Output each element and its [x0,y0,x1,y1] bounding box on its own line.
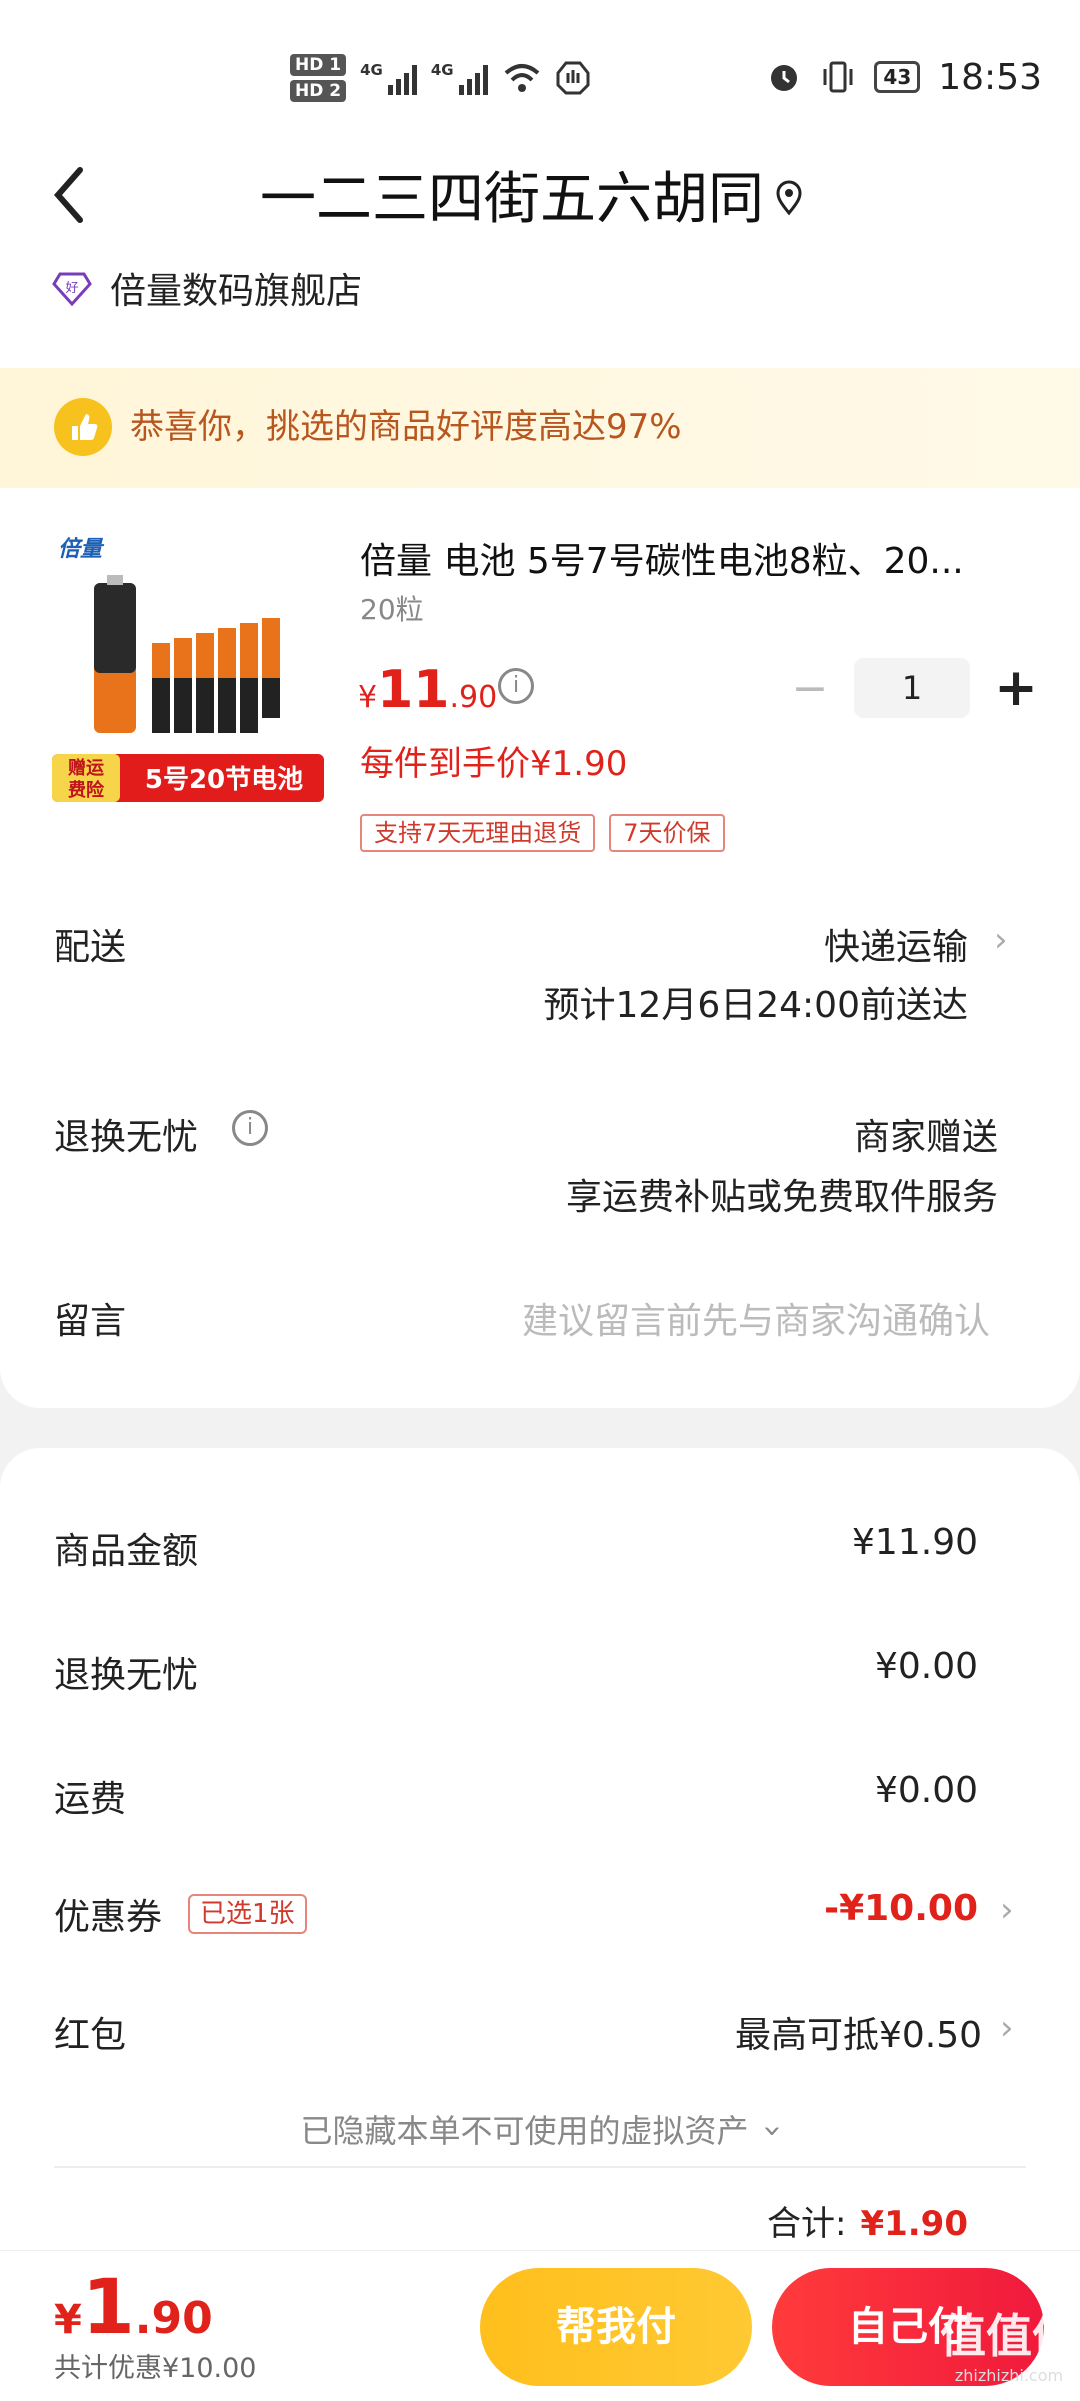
service-tags: 支持7天无理由退货 7天价保 [360,814,725,852]
price-integer: 11 [377,660,450,720]
return-fee-label: 退换无忧 [54,1655,199,1696]
hd-indicators: HD 1 HD 2 [290,54,347,102]
total-row: 合计: ¥1.90 [767,2196,968,2245]
hidden-assets-text: 已隐藏本单不可使用的虚拟资产 [300,2112,749,2150]
shipping-label: 运费 [54,1779,127,1820]
tag-7day-return: 支持7天无理由退货 [360,814,596,852]
hand-icon [556,61,590,95]
increase-button[interactable]: + [994,658,1038,718]
wifi-icon [504,64,539,92]
coupon-label: 优惠券 [54,1897,163,1938]
vibrate-icon [823,61,853,93]
quantity-stepper: − 1 + [790,656,1038,720]
bottom-price-symbol: ¥ [54,2297,82,2343]
total-label: 合计: [766,2204,847,2244]
signal-2-icon: 4G [431,61,488,95]
delivery-method[interactable]: 快递运输 [824,918,968,970]
return-value-1: 商家赠送 [853,1117,998,1158]
coupon-selected-tag: 已选1张 [188,1894,307,1934]
status-bar-right: 43 18:53 [766,52,1042,102]
svg-text:赠运: 赠运 [68,757,104,779]
quantity-input[interactable]: 1 [854,658,970,718]
alarm-icon [771,65,798,91]
summary-divider [54,2166,1026,2168]
return-label: 退换无忧 [54,1117,199,1158]
svg-text:倍量: 倍量 [58,536,105,562]
product-price: ¥ 11 .90 [358,660,497,720]
status-bar-left: HD 1 HD 2 4G 4G [290,48,590,108]
bottom-discount: 共计优惠¥10.00 [54,2353,257,2384]
svg-text:5号20节电池: 5号20节电池 [145,765,303,795]
decrease-button[interactable]: − [790,663,830,714]
delivery-chevron-icon[interactable]: › [994,920,1008,960]
signal-1-icon: 4G [360,61,417,95]
goods-amount-value: ¥11.90 [852,1522,978,1563]
watermark: 值值值 zhizhizhi.com [940,2309,1078,2385]
price-decimal: .90 [449,680,498,715]
redpacket-chevron-icon[interactable]: › [1000,2008,1014,2048]
shipping-value: ¥0.00 [874,1770,978,1811]
hd1-badge: HD 1 [290,54,347,76]
goods-amount-label: 商品金额 [54,1531,199,1572]
battery-indicator: 43 [874,61,921,93]
back-button[interactable] [48,160,108,240]
return-value-2: 享运费补贴或免费取件服务 [565,1177,998,1218]
help-pay-button[interactable]: 帮我付 [480,2268,752,2386]
store-diamond-icon: 好 [52,272,92,307]
bottom-price-decimal: .90 [134,2293,213,2344]
tag-price-protect: 7天价保 [609,814,725,852]
store-row[interactable]: 好 倍量数码旗舰店 [52,258,362,318]
bottom-price-integer: 1 [81,2262,135,2351]
bottom-price: ¥ 1 .90 [54,2262,213,2351]
delivery-eta: 预计12月6日24:00前送达 [543,985,968,1026]
hidden-assets-toggle[interactable]: 已隐藏本单不可使用的虚拟资产 › [0,2106,1080,2152]
delivery-label: 配送 [54,927,127,968]
rating-banner-text: 恭喜你，挑选的商品好评度高达97% [130,407,682,447]
product-title[interactable]: 倍量 电池 5号7号碳性电池8粒、20... [360,534,1010,590]
price-symbol: ¥ [358,680,378,715]
location-pin-icon[interactable] [774,180,804,216]
delivery-address[interactable]: 一二三四街五六胡同 [260,160,764,240]
coupon-chevron-icon[interactable]: › [1000,1890,1014,1930]
product-image[interactable]: 倍量 赠运 费险 5号20节电池 [52,528,324,808]
store-name: 倍量数码旗舰店 [110,271,363,312]
redpacket-value[interactable]: 最高可抵¥0.50 [735,2006,982,2058]
return-info-icon[interactable]: i [232,1110,268,1146]
clock: 18:53 [938,56,1042,98]
return-fee-value: ¥0.00 [874,1646,978,1687]
product-spec[interactable]: 20粒 [360,588,424,628]
coupon-value[interactable]: -¥10.00 [824,1888,978,1929]
price-info-icon[interactable]: i [498,668,534,704]
note-input[interactable]: 建议留言前先与商家沟通确认 [522,1292,990,1344]
unit-price: 每件到手价¥1.90 [360,744,628,784]
svg-text:费险: 费险 [68,779,105,801]
total-value: ¥1.90 [860,2204,968,2244]
back-arrow-icon [54,167,83,223]
thumbs-up-icon [54,398,112,456]
redpacket-label: 红包 [54,2015,127,2056]
chevron-down-icon: › [754,2124,793,2138]
svg-text:好: 好 [65,281,78,296]
note-label: 留言 [54,1301,127,1342]
hd2-badge: HD 2 [290,80,347,102]
